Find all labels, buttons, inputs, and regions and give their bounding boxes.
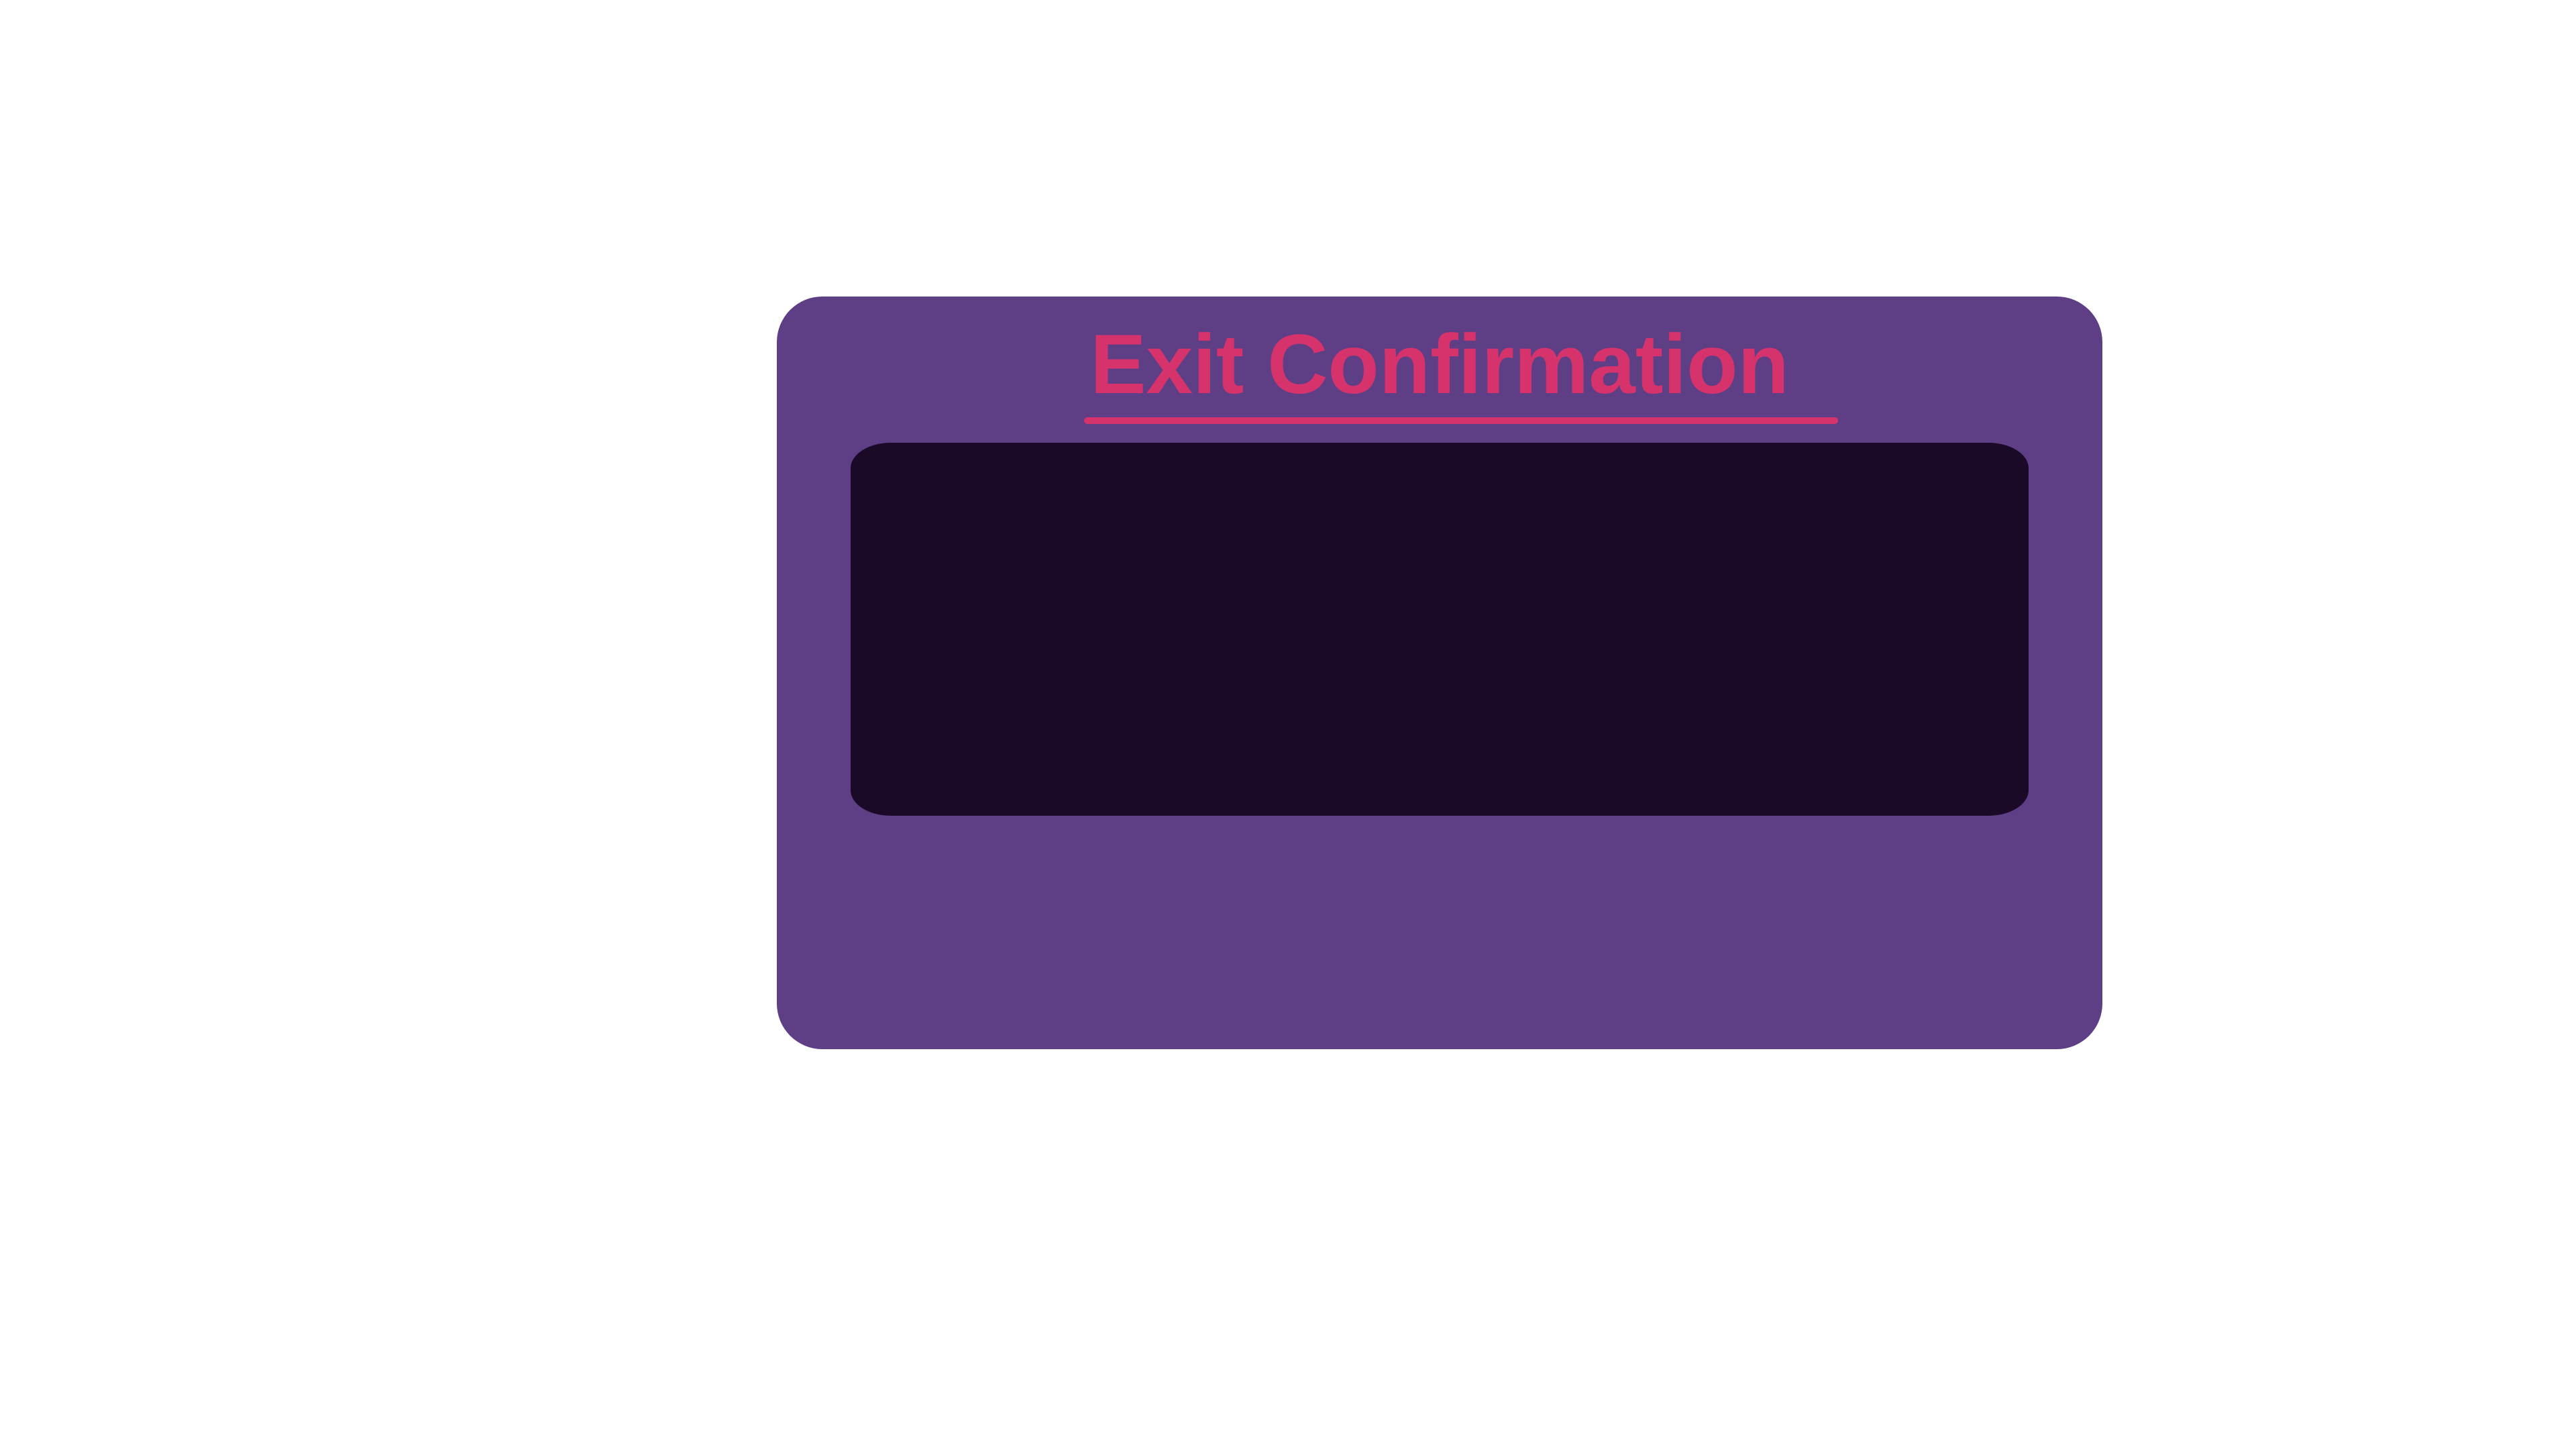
- exit-confirmation-dialog: Exit Confirmation: [777, 297, 2102, 1049]
- title-underline: [1084, 417, 1838, 424]
- dialog-title: Exit Confirmation: [1090, 318, 1789, 411]
- screen: Exit Confirmation: [0, 0, 2576, 1449]
- message-panel: [851, 443, 2029, 816]
